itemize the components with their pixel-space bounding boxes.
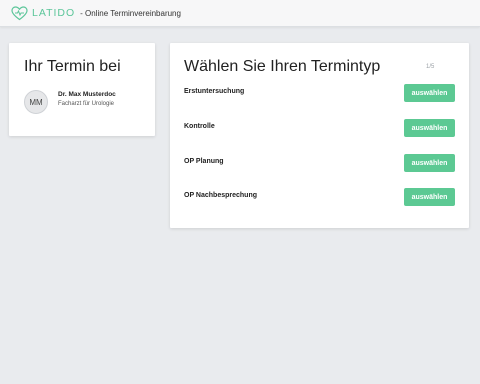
list-item-appointment-type: Kontrolle auswählen bbox=[184, 119, 455, 137]
select-button[interactable]: auswählen bbox=[404, 119, 455, 137]
appointment-type-title: Wählen Sie Ihren Termintyp bbox=[184, 58, 381, 75]
select-button[interactable]: auswählen bbox=[404, 84, 455, 102]
appointment-type-label: Erstuntersuchung bbox=[184, 88, 245, 95]
logo-text[interactable]: LATIDO bbox=[32, 7, 75, 19]
step-counter: 1/5 bbox=[426, 64, 435, 70]
appointment-type-card: Wählen Sie Ihren Termintyp 1/5 Erstunter… bbox=[170, 43, 469, 228]
top-bar: LATIDO - Online Terminvereinbarung bbox=[0, 0, 480, 27]
doctor-card: Ihr Termin bei MM Dr. Max Musterdoc Fach… bbox=[9, 43, 155, 136]
header-subtitle: - Online Terminvereinbarung bbox=[80, 8, 181, 18]
appointment-type-label: OP Nachbesprechung bbox=[184, 192, 258, 199]
list-item-appointment-type: OP Planung auswählen bbox=[184, 154, 455, 172]
doctor-specialty: Facharzt für Urologie bbox=[58, 101, 115, 107]
avatar: MM bbox=[24, 90, 48, 114]
appointment-type-label: Kontrolle bbox=[184, 123, 215, 130]
appointment-type-label: OP Planung bbox=[184, 158, 224, 165]
select-button[interactable]: auswählen bbox=[404, 154, 455, 172]
doctor-name: Dr. Max Musterdoc bbox=[58, 91, 116, 98]
heart-pulse-icon bbox=[11, 5, 28, 21]
doctor-card-title: Ihr Termin bei bbox=[24, 58, 121, 75]
list-item-appointment-type: Erstuntersuchung auswählen bbox=[184, 84, 455, 102]
list-item-appointment-type: OP Nachbesprechung auswählen bbox=[184, 188, 455, 206]
select-button[interactable]: auswählen bbox=[404, 188, 455, 206]
